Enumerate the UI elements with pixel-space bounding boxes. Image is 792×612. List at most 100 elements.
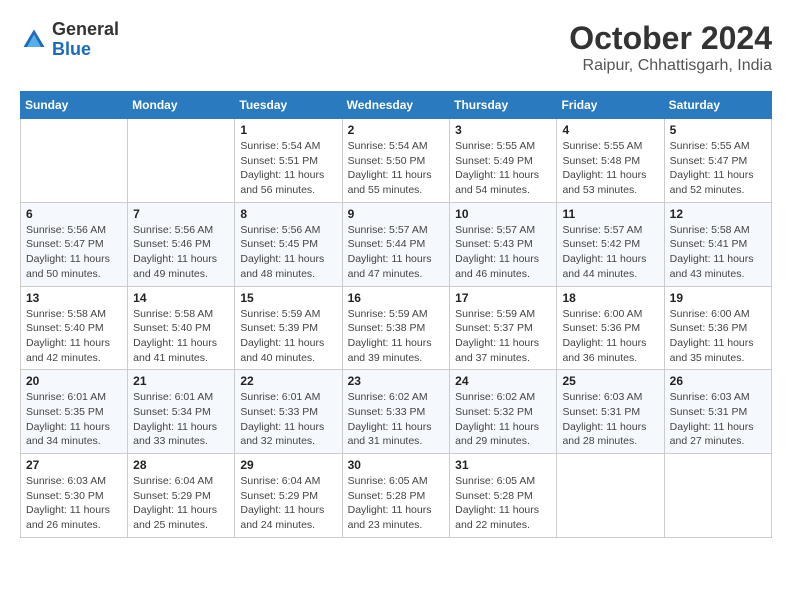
calendar-table: SundayMondayTuesdayWednesdayThursdayFrid… [20,91,772,538]
calendar-cell: 23Sunrise: 6:02 AM Sunset: 5:33 PM Dayli… [342,370,450,454]
day-number: 31 [455,458,551,472]
day-number: 24 [455,374,551,388]
logo: General Blue [20,20,119,60]
calendar-cell: 13 Sunrise: 5:58 AM Sunset: 5:40 PM Dayli… [21,286,128,370]
day-info: Sunrise: 6:03 AM Sunset: 5:31 PM Dayligh… [562,390,658,449]
day-number: 15 [240,291,336,305]
day-number: 16 [348,291,445,305]
day-number: 4 [562,123,658,137]
calendar-cell: 25 Sunrise: 6:03 AM Sunset: 5:31 PM Dayli… [557,370,664,454]
day-number: 2 [348,123,445,137]
day-number: 7 [133,207,229,221]
day-info: Sunrise: 5:58 AM Sunset: 5:41 PM Dayligh… [670,223,766,282]
day-info: Sunrise: 6:00 AM Sunset: 5:36 PM Dayligh… [670,307,766,366]
day-info: Sunrise: 6:03 AM Sunset: 5:30 PM Dayligh… [26,474,122,533]
day-info: Sunrise: 6:00 AM Sunset: 5:36 PM Dayligh… [562,307,658,366]
day-info: Sunrise: 6:03 AM Sunset: 5:31 PM Dayligh… [670,390,766,449]
page-header: General Blue October 2024 Raipur, Chhatt… [20,20,772,75]
weekday-header-saturday: Saturday [664,92,771,119]
day-number: 29 [240,458,336,472]
day-info: Sunrise: 5:57 AM Sunset: 5:44 PM Dayligh… [348,223,445,282]
day-number: 10 [455,207,551,221]
calendar-week-row: 20 Sunrise: 6:01 AM Sunset: 5:35 PM Dayli… [21,370,772,454]
day-number: 8 [240,207,336,221]
calendar-cell: 9 Sunrise: 5:57 AM Sunset: 5:44 PM Daylig… [342,202,450,286]
calendar-cell: 21Sunrise: 6:01 AM Sunset: 5:34 PM Dayli… [128,370,235,454]
day-number: 13 [26,291,122,305]
calendar-cell: 7Sunrise: 5:56 AM Sunset: 5:46 PM Daylig… [128,202,235,286]
day-info: Sunrise: 6:04 AM Sunset: 5:29 PM Dayligh… [133,474,229,533]
weekday-header-wednesday: Wednesday [342,92,450,119]
day-info: Sunrise: 5:58 AM Sunset: 5:40 PM Dayligh… [26,307,122,366]
location-subtitle: Raipur, Chhattisgarh, India [569,57,772,75]
day-info: Sunrise: 6:05 AM Sunset: 5:28 PM Dayligh… [455,474,551,533]
calendar-cell: 11Sunrise: 5:57 AM Sunset: 5:42 PM Dayli… [557,202,664,286]
day-number: 14 [133,291,229,305]
day-number: 26 [670,374,766,388]
calendar-cell: 16 Sunrise: 5:59 AM Sunset: 5:38 PM Dayli… [342,286,450,370]
day-info: Sunrise: 5:54 AM Sunset: 5:51 PM Dayligh… [240,139,336,198]
day-number: 20 [26,374,122,388]
calendar-cell: 1 Sunrise: 5:54 AM Sunset: 5:51 PM Daylig… [235,119,342,203]
day-info: Sunrise: 6:01 AM Sunset: 5:33 PM Dayligh… [240,390,336,449]
calendar-cell: 14Sunrise: 5:58 AM Sunset: 5:40 PM Dayli… [128,286,235,370]
day-info: Sunrise: 5:59 AM Sunset: 5:38 PM Dayligh… [348,307,445,366]
calendar-cell: 29 Sunrise: 6:04 AM Sunset: 5:29 PM Dayli… [235,454,342,538]
calendar-cell: 6 Sunrise: 5:56 AM Sunset: 5:47 PM Daylig… [21,202,128,286]
day-info: Sunrise: 6:05 AM Sunset: 5:28 PM Dayligh… [348,474,445,533]
calendar-cell: 10 Sunrise: 5:57 AM Sunset: 5:43 PM Dayli… [450,202,557,286]
calendar-cell [557,454,664,538]
day-info: Sunrise: 5:57 AM Sunset: 5:42 PM Dayligh… [562,223,658,282]
day-info: Sunrise: 5:59 AM Sunset: 5:39 PM Dayligh… [240,307,336,366]
calendar-cell: 12 Sunrise: 5:58 AM Sunset: 5:41 PM Dayli… [664,202,771,286]
day-number: 19 [670,291,766,305]
calendar-header-row: SundayMondayTuesdayWednesdayThursdayFrid… [21,92,772,119]
day-number: 22 [240,374,336,388]
day-number: 28 [133,458,229,472]
calendar-cell: 22 Sunrise: 6:01 AM Sunset: 5:33 PM Dayli… [235,370,342,454]
calendar-cell: 2Sunrise: 5:54 AM Sunset: 5:50 PM Daylig… [342,119,450,203]
logo-blue-text: Blue [52,40,119,60]
day-info: Sunrise: 5:57 AM Sunset: 5:43 PM Dayligh… [455,223,551,282]
calendar-cell [664,454,771,538]
calendar-week-row: 27 Sunrise: 6:03 AM Sunset: 5:30 PM Dayli… [21,454,772,538]
calendar-cell: 26 Sunrise: 6:03 AM Sunset: 5:31 PM Dayli… [664,370,771,454]
day-info: Sunrise: 6:01 AM Sunset: 5:34 PM Dayligh… [133,390,229,449]
weekday-header-friday: Friday [557,92,664,119]
calendar-cell: 8 Sunrise: 5:56 AM Sunset: 5:45 PM Daylig… [235,202,342,286]
day-info: Sunrise: 5:56 AM Sunset: 5:47 PM Dayligh… [26,223,122,282]
calendar-week-row: 13 Sunrise: 5:58 AM Sunset: 5:40 PM Dayli… [21,286,772,370]
day-number: 25 [562,374,658,388]
calendar-cell: 31 Sunrise: 6:05 AM Sunset: 5:28 PM Dayli… [450,454,557,538]
calendar-week-row: 6 Sunrise: 5:56 AM Sunset: 5:47 PM Daylig… [21,202,772,286]
logo-general-text: General [52,20,119,40]
day-info: Sunrise: 6:04 AM Sunset: 5:29 PM Dayligh… [240,474,336,533]
day-info: Sunrise: 5:55 AM Sunset: 5:48 PM Dayligh… [562,139,658,198]
day-number: 5 [670,123,766,137]
day-info: Sunrise: 6:01 AM Sunset: 5:35 PM Dayligh… [26,390,122,449]
calendar-cell: 28 Sunrise: 6:04 AM Sunset: 5:29 PM Dayli… [128,454,235,538]
title-block: October 2024 Raipur, Chhattisgarh, India [569,20,772,75]
day-info: Sunrise: 5:59 AM Sunset: 5:37 PM Dayligh… [455,307,551,366]
day-number: 1 [240,123,336,137]
day-info: Sunrise: 5:55 AM Sunset: 5:49 PM Dayligh… [455,139,551,198]
calendar-cell [128,119,235,203]
day-number: 18 [562,291,658,305]
day-number: 12 [670,207,766,221]
weekday-header-monday: Monday [128,92,235,119]
calendar-cell: 19 Sunrise: 6:00 AM Sunset: 5:36 PM Dayli… [664,286,771,370]
calendar-cell: 24Sunrise: 6:02 AM Sunset: 5:32 PM Dayli… [450,370,557,454]
calendar-cell: 20 Sunrise: 6:01 AM Sunset: 5:35 PM Dayli… [21,370,128,454]
calendar-cell: 27 Sunrise: 6:03 AM Sunset: 5:30 PM Dayli… [21,454,128,538]
day-number: 27 [26,458,122,472]
day-number: 6 [26,207,122,221]
day-info: Sunrise: 6:02 AM Sunset: 5:33 PM Dayligh… [348,390,445,449]
day-number: 17 [455,291,551,305]
day-number: 3 [455,123,551,137]
calendar-cell: 30Sunrise: 6:05 AM Sunset: 5:28 PM Dayli… [342,454,450,538]
day-info: Sunrise: 5:56 AM Sunset: 5:45 PM Dayligh… [240,223,336,282]
month-year-title: October 2024 [569,20,772,57]
day-number: 9 [348,207,445,221]
calendar-cell: 4 Sunrise: 5:55 AM Sunset: 5:48 PM Daylig… [557,119,664,203]
calendar-cell: 18 Sunrise: 6:00 AM Sunset: 5:36 PM Dayli… [557,286,664,370]
